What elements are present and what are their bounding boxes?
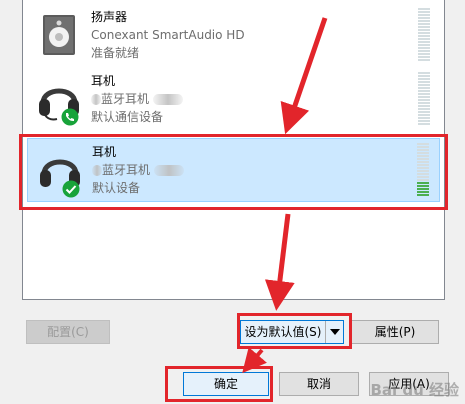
device-speaker[interactable]: 扬声器 Conexant SmartAudio HD 准备就绪	[27, 4, 440, 66]
device-status: 默认通信设备	[91, 110, 164, 124]
device-name: 扬声器	[91, 10, 128, 24]
device-description: Conexant SmartAudio HD	[91, 28, 245, 42]
volume-meter	[418, 72, 430, 126]
arrow-to-ok	[242, 347, 267, 374]
annotation-box-set-default	[237, 313, 352, 349]
blurred-text	[153, 94, 184, 105]
configure-button[interactable]: 配置(C)	[26, 320, 110, 344]
sound-dialog: 扬声器 Conexant SmartAudio HD 准备就绪 耳机 蓝牙耳机 …	[0, 0, 465, 404]
cancel-button[interactable]: 取消	[279, 372, 359, 396]
speaker-icon	[43, 15, 75, 55]
phone-badge-icon	[61, 108, 79, 126]
device-status: 准备就绪	[91, 46, 140, 60]
annotation-box-ok	[165, 366, 273, 402]
device-description: 蓝牙耳机	[101, 92, 150, 106]
watermark: Bai du 经验	[370, 381, 459, 399]
device-name: 耳机	[91, 74, 116, 88]
device-headset-communication[interactable]: 耳机 蓝牙耳机 默认通信设备	[27, 68, 440, 130]
annotation-box-selected-device	[19, 134, 448, 210]
blurred-text	[91, 94, 101, 105]
volume-meter	[418, 8, 430, 62]
properties-button[interactable]: 属性(P)	[351, 320, 439, 344]
